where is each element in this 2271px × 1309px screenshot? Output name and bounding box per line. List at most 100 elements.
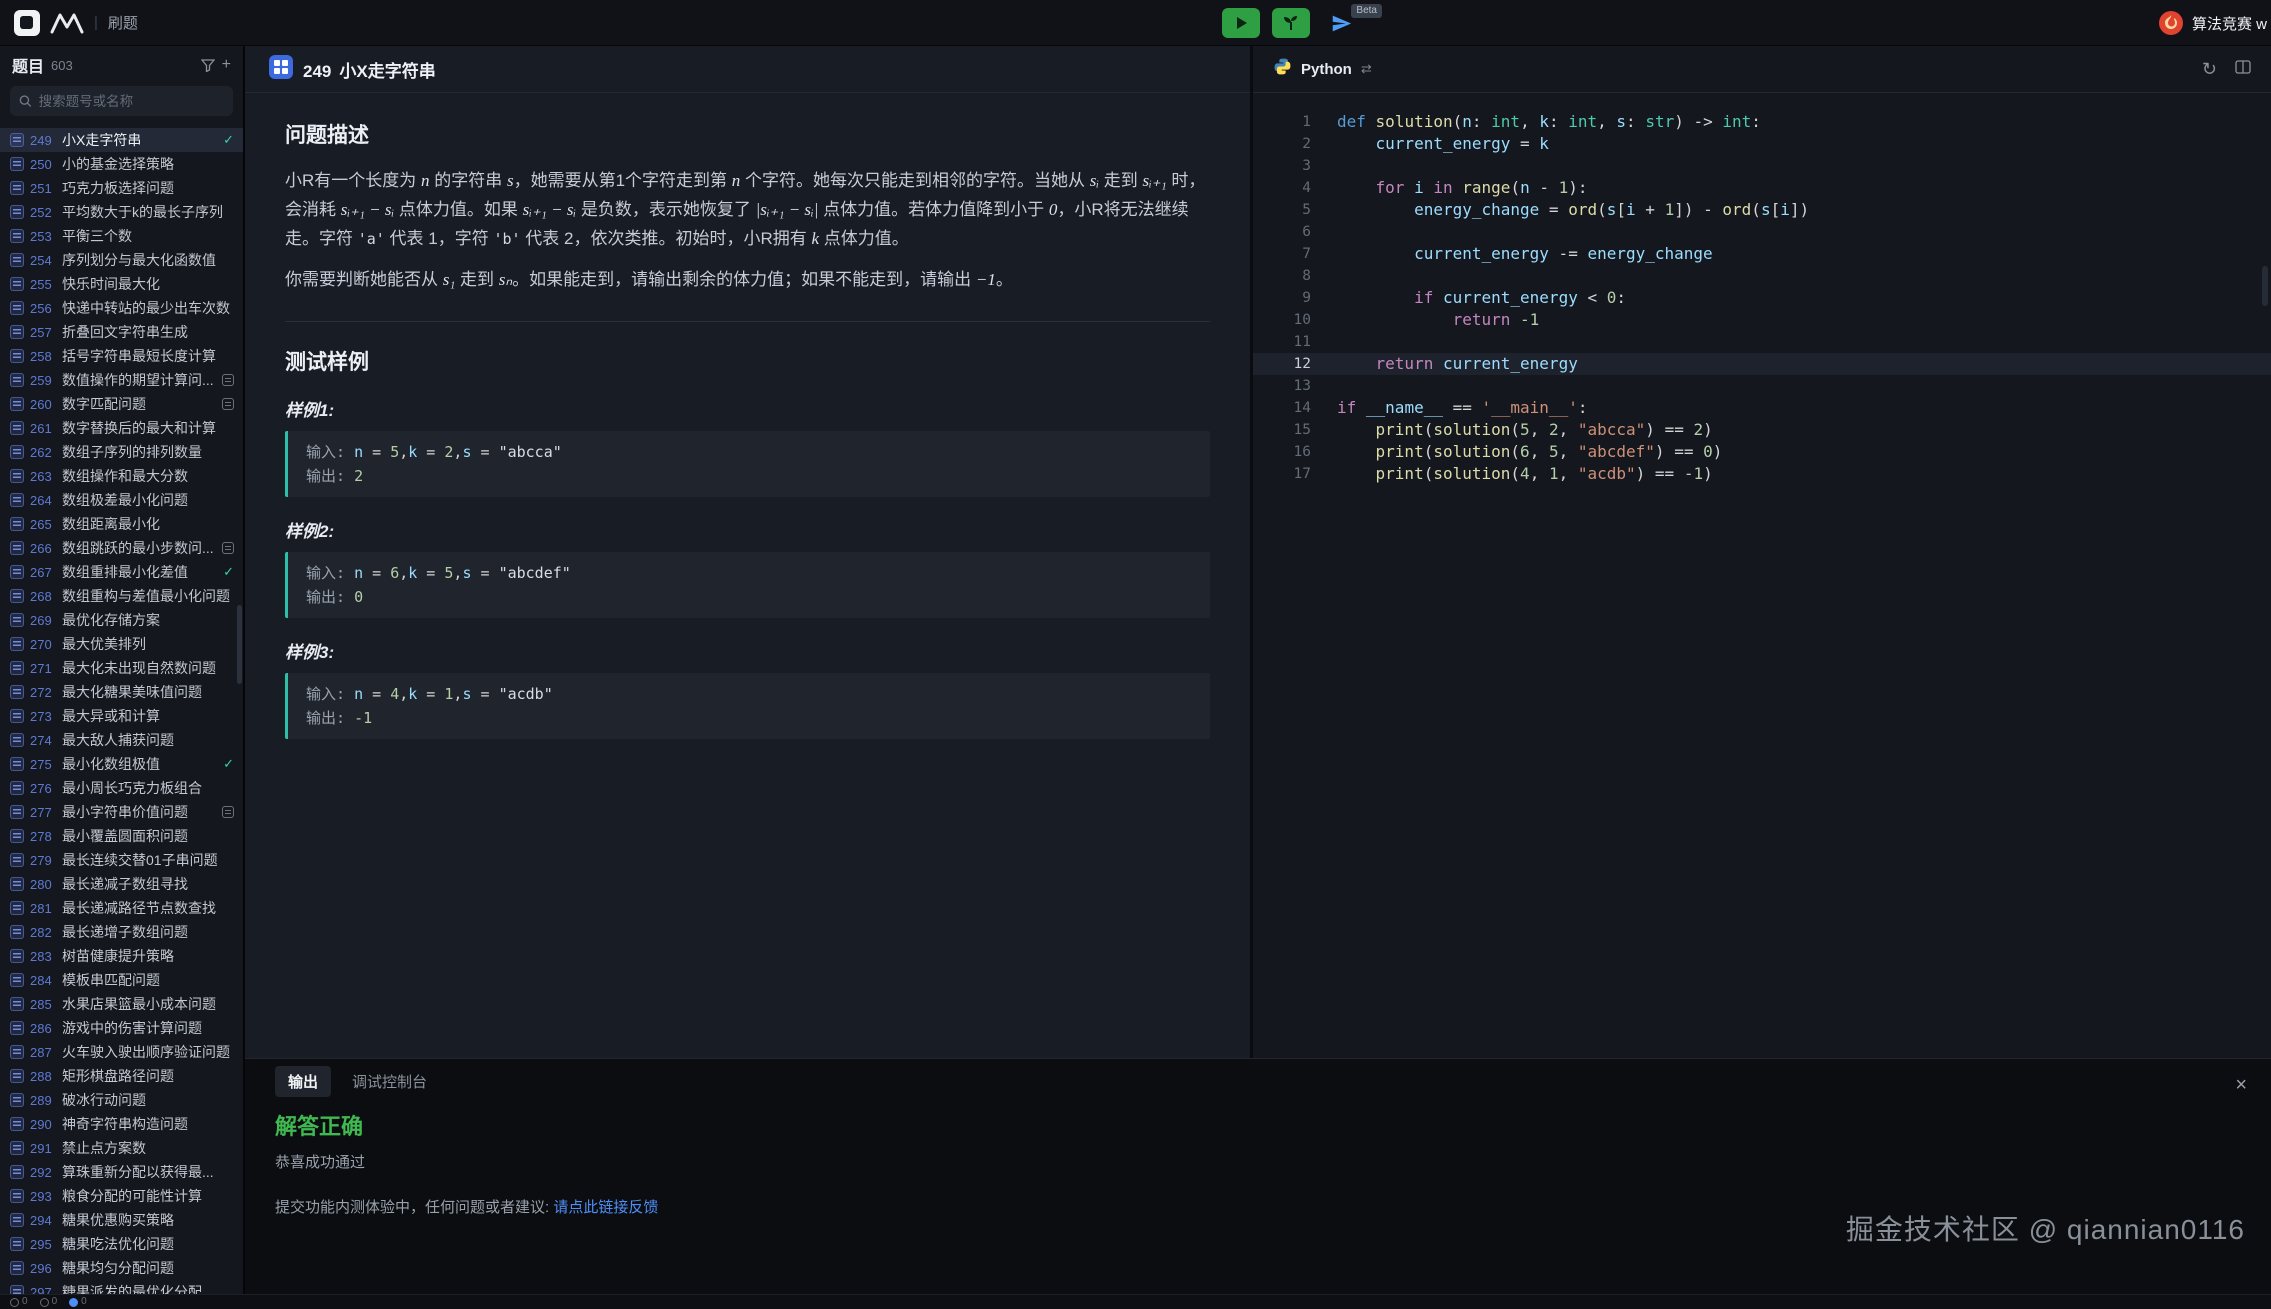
- code-line[interactable]: 1def solution(n: int, k: int, s: str) ->…: [1253, 111, 2271, 133]
- code-line[interactable]: 5 energy_change = ord(s[i + 1]) - ord(s[…: [1253, 199, 2271, 221]
- problem-list-item[interactable]: 284模板串匹配问题: [0, 968, 243, 992]
- sidebar-scrollbar[interactable]: [237, 605, 242, 684]
- search-box[interactable]: [10, 86, 233, 116]
- problem-content[interactable]: 问题描述 小R有一个长度为 n 的字符串 s，她需要从第1个字符走到第 n 个字…: [245, 93, 1250, 1058]
- feedback-link[interactable]: 请点此链接反馈: [553, 1199, 658, 1216]
- problem-title: 快递中转站的最少出车次数: [62, 298, 234, 318]
- run-button[interactable]: [1222, 8, 1260, 38]
- code-line[interactable]: 16 print(solution(6, 5, "abcdef") == 0): [1253, 441, 2271, 463]
- brand-logo-icon[interactable]: [50, 12, 84, 34]
- problem-list-item[interactable]: 277最小字符串价值问题: [0, 800, 243, 824]
- problem-list-item[interactable]: 292算珠重新分配以获得最...: [0, 1160, 243, 1184]
- draft-icon: [222, 398, 234, 410]
- code-line[interactable]: 15 print(solution(5, 2, "abcca") == 2): [1253, 419, 2271, 441]
- add-icon[interactable]: +: [222, 56, 231, 74]
- problem-list-item[interactable]: 280最长递减子数组寻找: [0, 872, 243, 896]
- code-line[interactable]: 9 if current_energy < 0:: [1253, 287, 2271, 309]
- code-line[interactable]: 3: [1253, 155, 2271, 177]
- code-line[interactable]: 13: [1253, 375, 2271, 397]
- split-view-icon[interactable]: [2235, 60, 2251, 79]
- problem-list-item[interactable]: 268数组重构与差值最小化问题: [0, 584, 243, 608]
- problem-list-item[interactable]: 262数组子序列的排列数量: [0, 440, 243, 464]
- problem-list-item[interactable]: 261数字替换后的最大和计算: [0, 416, 243, 440]
- filter-icon[interactable]: [201, 58, 215, 72]
- problem-list-item[interactable]: 290神奇字符串构造问题: [0, 1112, 243, 1136]
- problem-list-item[interactable]: 271最大化未出现自然数问题: [0, 656, 243, 680]
- language-switch-icon[interactable]: ⇄: [1361, 61, 1372, 77]
- code-line[interactable]: 14if __name__ == '__main__':: [1253, 397, 2271, 419]
- problem-list-item[interactable]: 291禁止点方案数: [0, 1136, 243, 1160]
- problem-list-item[interactable]: 273最大异或和计算: [0, 704, 243, 728]
- check-icon: ✓: [223, 756, 234, 772]
- problem-list-item[interactable]: 282最长递增子数组问题: [0, 920, 243, 944]
- problem-list-item[interactable]: 260数字匹配问题: [0, 392, 243, 416]
- problem-list-item[interactable]: 279最长连续交替01子串问题: [0, 848, 243, 872]
- problem-list-item[interactable]: 295糖果吃法优化问题: [0, 1232, 243, 1256]
- problem-list-item[interactable]: 274最大敌人捕获问题: [0, 728, 243, 752]
- problem-title: 禁止点方案数: [62, 1138, 234, 1158]
- problem-list-item[interactable]: 283树苗健康提升策略: [0, 944, 243, 968]
- problem-list-item[interactable]: 272最大化糖果美味值问题: [0, 680, 243, 704]
- problem-list-item[interactable]: 285水果店果篮最小成本问题: [0, 992, 243, 1016]
- problem-title: 巧克力板选择问题: [62, 178, 234, 198]
- problem-list-item[interactable]: 275最小化数组极值✓: [0, 752, 243, 776]
- output-tab[interactable]: 输出: [275, 1066, 331, 1097]
- problem-list-item[interactable]: 276最小周长巧克力板组合: [0, 776, 243, 800]
- problem-list-item[interactable]: 264数组极差最小化问题: [0, 488, 243, 512]
- search-input[interactable]: [39, 94, 224, 109]
- problem-list-item[interactable]: 287火车驶入驶出顺序验证问题: [0, 1040, 243, 1064]
- problem-list-item[interactable]: 286游戏中的伤害计算问题: [0, 1016, 243, 1040]
- check-icon: ✓: [223, 132, 234, 148]
- code-line[interactable]: 10 return -1: [1253, 309, 2271, 331]
- code-line[interactable]: 4 for i in range(n - 1):: [1253, 177, 2271, 199]
- code-line[interactable]: 7 current_energy -= energy_change: [1253, 243, 2271, 265]
- output-tab[interactable]: 调试控制台: [339, 1066, 440, 1097]
- editor-scrollbar[interactable]: [2262, 266, 2268, 306]
- problem-list-item[interactable]: 265数组距离最小化: [0, 512, 243, 536]
- problem-list-item[interactable]: 257折叠回文字符串生成: [0, 320, 243, 344]
- code-line[interactable]: 8: [1253, 265, 2271, 287]
- problem-list-item[interactable]: 288矩形棋盘路径问题: [0, 1064, 243, 1088]
- problem-list-item[interactable]: 258括号字符串最短长度计算: [0, 344, 243, 368]
- code-line[interactable]: 6: [1253, 221, 2271, 243]
- problem-list-item[interactable]: 253平衡三个数: [0, 224, 243, 248]
- close-panel-icon[interactable]: ×: [2235, 1075, 2247, 1095]
- problem-list-item[interactable]: 249小X走字符串✓: [0, 128, 243, 152]
- problem-doc-icon: [10, 877, 24, 891]
- nav-practice-label[interactable]: 刷题: [108, 12, 138, 33]
- problem-list-item[interactable]: 255快乐时间最大化: [0, 272, 243, 296]
- problem-list-item[interactable]: 252平均数大于k的最长子序列: [0, 200, 243, 224]
- code-line[interactable]: 12 return current_energy: [1253, 353, 2271, 375]
- code-editor[interactable]: 1def solution(n: int, k: int, s: str) ->…: [1253, 93, 2271, 1058]
- status-count-3[interactable]: 0: [69, 1297, 87, 1307]
- problem-list-item[interactable]: 296糖果均匀分配问题: [0, 1256, 243, 1280]
- contest-entry[interactable]: 算法竞赛 w: [2158, 0, 2271, 46]
- app-logo-icon[interactable]: [14, 10, 40, 36]
- sample-label: 样例2:: [285, 517, 1210, 542]
- submit-button[interactable]: Beta: [1322, 8, 1360, 38]
- draft-icon: [222, 806, 234, 818]
- problem-list-item[interactable]: 297糖果派发的最优化分配: [0, 1280, 243, 1294]
- test-button[interactable]: [1272, 8, 1310, 38]
- problem-list-item[interactable]: 278最小覆盖圆面积问题: [0, 824, 243, 848]
- problem-list-item[interactable]: 267数组重排最小化差值✓: [0, 560, 243, 584]
- problem-list-item[interactable]: 289破冰行动问题: [0, 1088, 243, 1112]
- status-count-2[interactable]: 0: [40, 1297, 58, 1307]
- problem-list-item[interactable]: 254序列划分与最大化函数值: [0, 248, 243, 272]
- problem-list-item[interactable]: 256快递中转站的最少出车次数: [0, 296, 243, 320]
- problem-list-item[interactable]: 270最大优美排列: [0, 632, 243, 656]
- code-line[interactable]: 11: [1253, 331, 2271, 353]
- problem-list-item[interactable]: 263数组操作和最大分数: [0, 464, 243, 488]
- problem-list-item[interactable]: 250小的基金选择策略: [0, 152, 243, 176]
- problem-list-item[interactable]: 281最长递减路径节点数查找: [0, 896, 243, 920]
- problem-list-item[interactable]: 259数值操作的期望计算问...: [0, 368, 243, 392]
- code-line[interactable]: 17 print(solution(4, 1, "acdb") == -1): [1253, 463, 2271, 485]
- problem-list-item[interactable]: 293粮食分配的可能性计算: [0, 1184, 243, 1208]
- code-line[interactable]: 2 current_energy = k: [1253, 133, 2271, 155]
- status-count-1[interactable]: 0: [10, 1297, 28, 1307]
- problem-list-item[interactable]: 266数组跳跃的最小步数问...: [0, 536, 243, 560]
- problem-list-item[interactable]: 294糖果优惠购买策略: [0, 1208, 243, 1232]
- reset-code-icon[interactable]: ↻: [2202, 59, 2217, 80]
- problem-list-item[interactable]: 269最优化存储方案: [0, 608, 243, 632]
- problem-list-item[interactable]: 251巧克力板选择问题: [0, 176, 243, 200]
